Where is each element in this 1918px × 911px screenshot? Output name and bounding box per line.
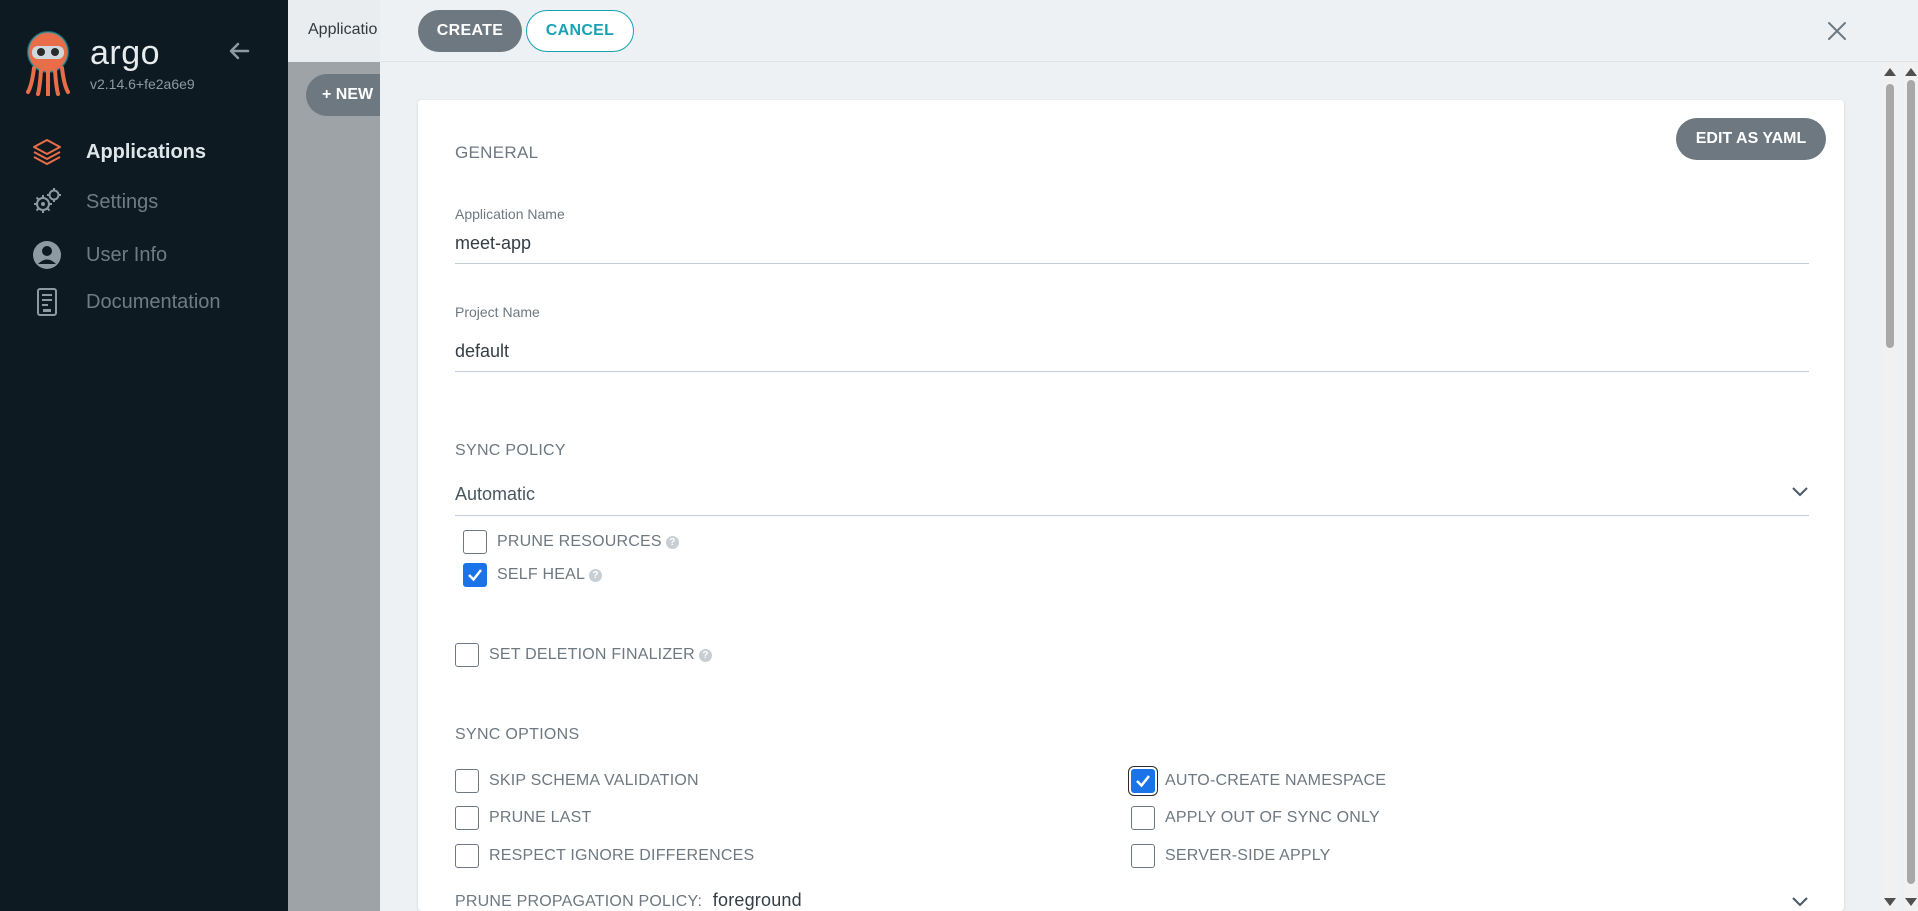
checkbox-box[interactable] [1131, 769, 1155, 793]
checkbox-box[interactable] [455, 769, 479, 793]
sidebar-item-label: Applications [86, 140, 207, 163]
set-deletion-finalizer-label: SET DELETION FINALIZER [489, 646, 695, 663]
scroll-down-arrow-icon[interactable] [1884, 898, 1896, 906]
scroll-down-arrow-icon[interactable] [1905, 898, 1917, 906]
collapse-sidebar-arrow-icon[interactable] [224, 36, 254, 66]
sync-policy-heading: SYNC POLICY [455, 442, 566, 459]
create-button[interactable]: CREATE [418, 10, 522, 52]
checkbox-box[interactable] [463, 530, 487, 554]
help-icon[interactable]: ? [698, 648, 712, 662]
general-heading: GENERAL [455, 143, 539, 162]
page-title: Applicatio [308, 21, 378, 38]
project-name-input[interactable] [455, 332, 1809, 372]
sidebar-item-user-info[interactable]: User Info [30, 238, 167, 272]
checkbox-box[interactable] [463, 563, 487, 587]
apply-out-of-sync-only-label: APPLY OUT OF SYNC ONLY [1165, 809, 1380, 826]
chevron-down-icon [1792, 897, 1808, 907]
prune-propagation-policy-value: foreground [712, 890, 802, 910]
project-name-label: Project Name [455, 304, 540, 320]
help-icon[interactable]: ? [589, 568, 603, 582]
prune-last-label: PRUNE LAST [489, 809, 592, 826]
server-side-apply-label: SERVER-SIDE APPLY [1165, 847, 1331, 864]
sidebar-item-applications[interactable]: Applications [30, 135, 206, 169]
create-application-panel: CREATE CANCEL EDIT AS YAML GENERAL Appli… [380, 0, 1918, 911]
sidebar: argo v2.14.6+fe2a6e9 Applications Settin… [0, 0, 288, 911]
checkbox-box[interactable] [455, 844, 479, 868]
edit-as-yaml-button[interactable]: EDIT AS YAML [1676, 118, 1826, 160]
brand-name: argo [90, 34, 161, 72]
checkmark-icon [1136, 775, 1150, 788]
app-name-label: Application Name [455, 206, 565, 222]
sync-policy-value: Automatic [455, 484, 536, 504]
checkbox-box[interactable] [455, 806, 479, 830]
chevron-down-icon [1792, 487, 1808, 497]
apply-out-of-sync-only-checkbox[interactable]: APPLY OUT OF SYNC ONLY [1131, 806, 1380, 830]
prune-resources-checkbox[interactable]: PRUNE RESOURCES ? [463, 530, 679, 554]
form-card: EDIT AS YAML GENERAL Application Name Pr… [418, 100, 1844, 911]
sidebar-item-label: Documentation [86, 290, 221, 313]
set-deletion-finalizer-checkbox[interactable]: SET DELETION FINALIZER ? [455, 643, 712, 667]
self-heal-label: SELF HEAL [497, 566, 586, 583]
sidebar-item-documentation[interactable]: Documentation [30, 285, 221, 319]
argo-logo-icon [26, 31, 70, 96]
sync-options-heading: SYNC OPTIONS [455, 726, 580, 743]
auto-create-namespace-checkbox[interactable]: AUTO-CREATE NAMESPACE [1131, 769, 1386, 793]
checkbox-box[interactable] [1131, 844, 1155, 868]
app-name-input[interactable] [455, 224, 1809, 264]
sidebar-item-label: User Info [86, 243, 168, 266]
self-heal-checkbox[interactable]: SELF HEAL ? [463, 563, 603, 587]
respect-ignore-differences-checkbox[interactable]: RESPECT IGNORE DIFFERENCES [455, 844, 754, 868]
close-icon[interactable] [1824, 18, 1850, 44]
checkbox-box[interactable] [1131, 806, 1155, 830]
prune-resources-label: PRUNE RESOURCES [497, 533, 662, 550]
scroll-up-arrow-icon[interactable] [1905, 68, 1917, 76]
user-circle-icon [30, 238, 64, 272]
scroll-up-arrow-icon[interactable] [1884, 68, 1896, 76]
server-side-apply-checkbox[interactable]: SERVER-SIDE APPLY [1131, 844, 1331, 868]
prune-propagation-policy-label: PRUNE PROPAGATION POLICY: [455, 893, 703, 910]
sidebar-item-label: Settings [86, 190, 159, 213]
stack-layers-icon [30, 135, 64, 169]
auto-create-namespace-label: AUTO-CREATE NAMESPACE [1165, 772, 1387, 789]
gears-icon [30, 185, 64, 219]
skip-schema-validation-checkbox[interactable]: SKIP SCHEMA VALIDATION [455, 769, 699, 793]
sidebar-item-settings[interactable]: Settings [30, 185, 158, 219]
book-icon [30, 285, 64, 319]
cancel-button[interactable]: CANCEL [526, 10, 634, 52]
checkmark-icon [468, 569, 482, 582]
version-label: v2.14.6+fe2a6e9 [90, 76, 195, 92]
help-icon[interactable]: ? [665, 535, 679, 549]
checkbox-box[interactable] [455, 643, 479, 667]
panel-header: CREATE CANCEL [380, 0, 1918, 62]
prune-propagation-policy-select[interactable]: PRUNE PROPAGATION POLICY: foreground [455, 890, 802, 911]
skip-schema-validation-label: SKIP SCHEMA VALIDATION [489, 772, 699, 789]
respect-ignore-differences-label: RESPECT IGNORE DIFFERENCES [489, 847, 755, 864]
page-scrollbar-thumb[interactable] [1907, 80, 1915, 884]
sync-policy-select[interactable]: Automatic [455, 472, 1809, 516]
prune-last-checkbox[interactable]: PRUNE LAST [455, 806, 591, 830]
form-scrollbar-thumb[interactable] [1886, 84, 1894, 348]
